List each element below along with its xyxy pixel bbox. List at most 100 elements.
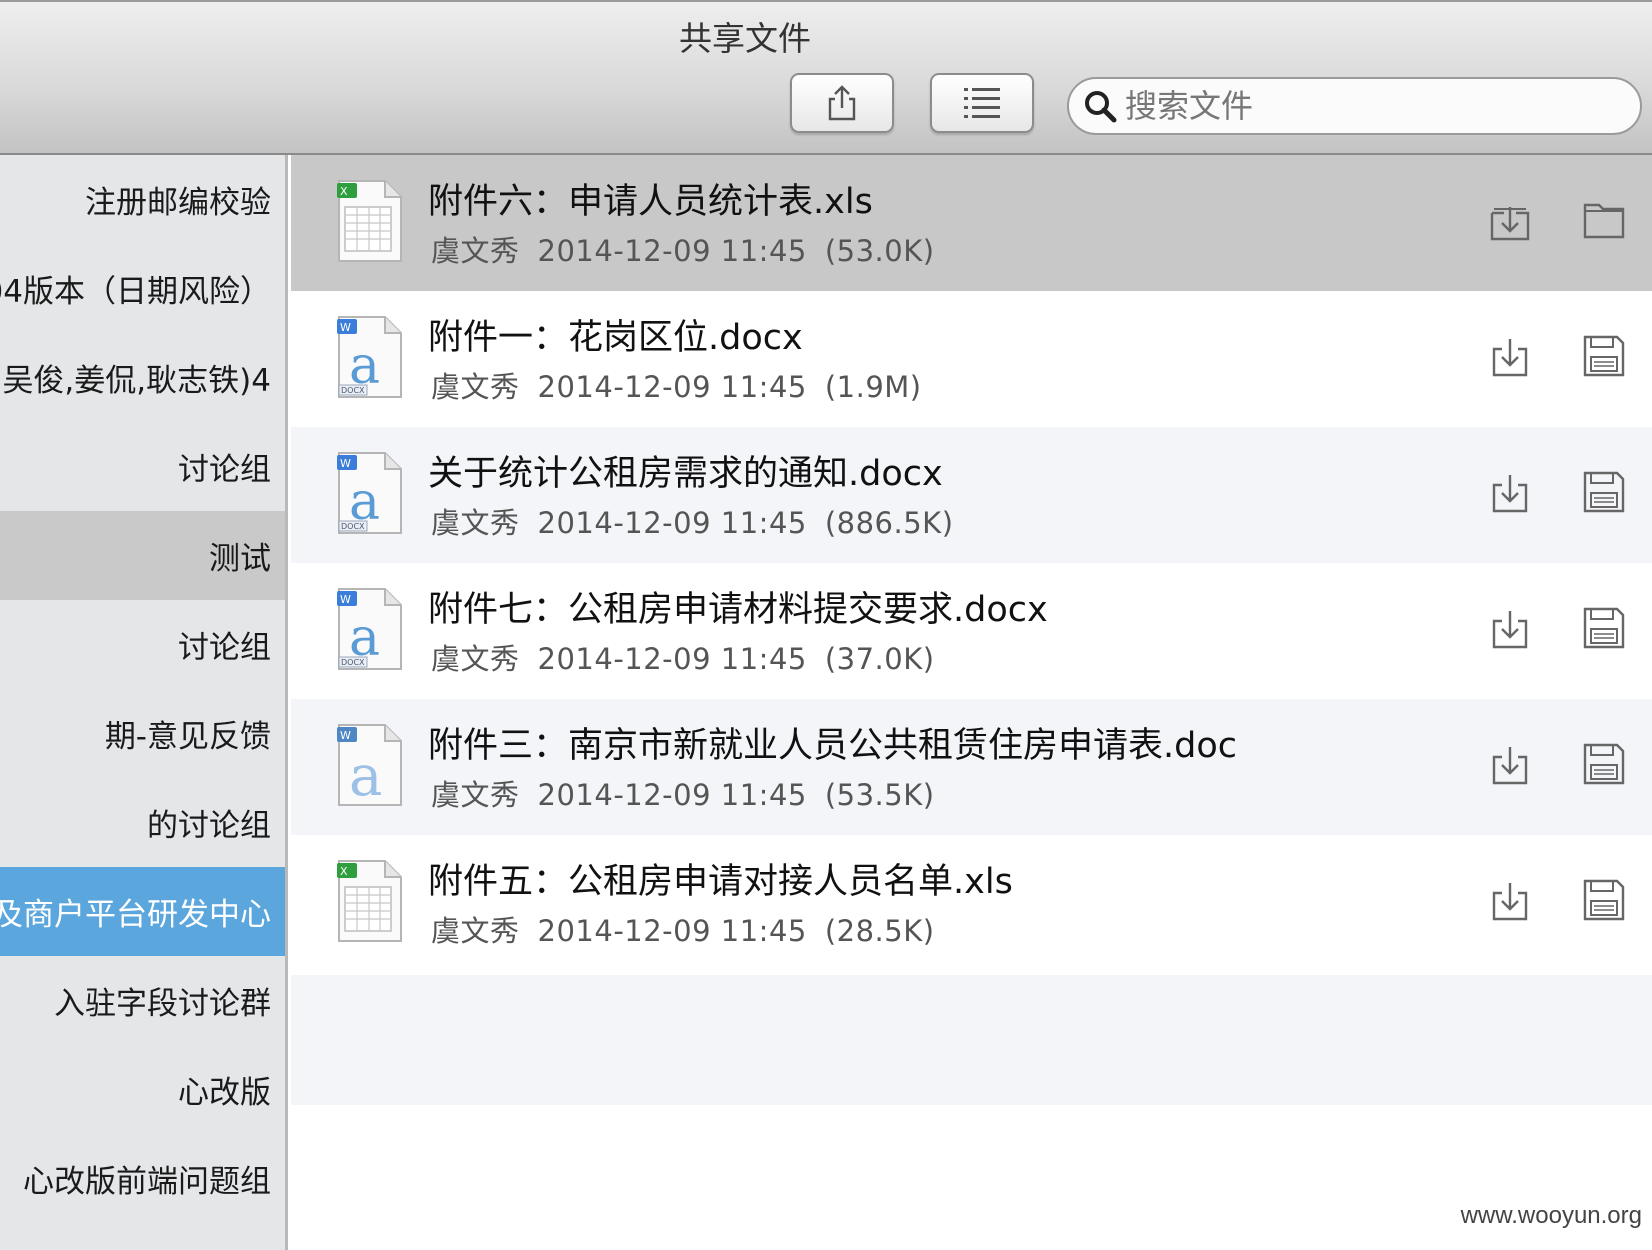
docx-file-icon: a W DOCX	[337, 452, 402, 534]
file-uploader: 虞文秀	[431, 370, 520, 404]
file-meta: 虞文秀 2014-12-09 11:45 (53.5K)	[431, 772, 935, 814]
download-icon[interactable]	[1488, 743, 1532, 787]
window-title: 共享文件	[679, 19, 811, 58]
conversation-sidebar: 注册邮编校验 04版本（日期风险） 4(吴俊,姜侃,耿志铁) 讨论组 测试 讨论…	[0, 155, 288, 1250]
file-size: (1.9M)	[824, 370, 922, 404]
file-size: (886.5K)	[824, 506, 954, 540]
svg-text:W: W	[340, 729, 351, 742]
sidebar-item[interactable]: 心改版前端问题组	[0, 1134, 285, 1223]
sidebar-item-label: 的讨论组	[147, 808, 271, 844]
file-uploader: 虞文秀	[431, 914, 520, 948]
file-uploader: 虞文秀	[431, 234, 520, 268]
svg-text:a: a	[349, 744, 382, 807]
search-input[interactable]	[1123, 86, 1627, 126]
file-row[interactable]: a W DOCX 关于统计公租房需求的通知.docx 虞文秀 2014-12-09…	[291, 427, 1652, 563]
file-name: 附件七：公租房申请材料提交要求.docx	[428, 590, 1048, 630]
download-icon[interactable]	[1488, 199, 1532, 243]
sidebar-item-label: 及商户平台研发中心	[0, 897, 271, 933]
svg-text:X: X	[340, 185, 348, 198]
file-row[interactable]: a W DOCX 附件一：花岗区位.docx 虞文秀 2014-12-09 11:…	[291, 291, 1652, 427]
svg-text:DOCX: DOCX	[341, 522, 365, 531]
file-row[interactable]: a W DOCX 附件七：公租房申请材料提交要求.docx 虞文秀 2014-12…	[291, 563, 1652, 699]
watermark: www.wooyun.org	[1460, 1202, 1642, 1229]
file-meta: 虞文秀 2014-12-09 11:45 (28.5K)	[431, 908, 935, 950]
file-meta: 虞文秀 2014-12-09 11:45 (37.0K)	[431, 636, 935, 678]
sidebar-item[interactable]: 心改版	[0, 1045, 285, 1134]
sidebar-item-label: 测试	[209, 541, 271, 577]
sidebar-item-label: 期-意见反馈	[104, 719, 271, 755]
svg-text:X: X	[340, 865, 348, 878]
file-name: 附件五：公租房申请对接人员名单.xls	[428, 862, 1013, 902]
file-datetime: 2014-12-09 11:45	[537, 914, 807, 948]
sidebar-item-label: 入驻字段讨论群	[54, 986, 271, 1022]
file-meta: 虞文秀 2014-12-09 11:45 (886.5K)	[431, 500, 954, 542]
sidebar-item-label: 4(吴俊,姜侃,耿志铁)	[0, 363, 271, 399]
sidebar-item-highlighted[interactable]: 测试	[0, 511, 285, 600]
svg-text:W: W	[340, 457, 351, 470]
download-icon[interactable]	[1488, 607, 1532, 651]
share-upload-button[interactable]	[790, 73, 894, 133]
sidebar-item[interactable]: 入驻字段讨论群	[0, 956, 285, 1045]
sidebar-item[interactable]: 4(吴俊,姜侃,耿志铁)	[0, 333, 285, 422]
sidebar-item[interactable]: 的讨论组	[0, 778, 285, 867]
upload-icon	[828, 85, 856, 121]
file-datetime: 2014-12-09 11:45	[537, 506, 807, 540]
file-row[interactable]: X 附件六：申请人员统计表.xls 虞文秀 2014-12-09 11:45 (53…	[291, 155, 1652, 291]
list-view-button[interactable]	[930, 73, 1034, 133]
file-name: 附件三：南京市新就业人员公共租赁住房申请表.doc	[428, 726, 1238, 766]
search-box[interactable]	[1067, 77, 1642, 135]
file-size: (28.5K)	[824, 914, 935, 948]
file-row[interactable]: X 附件五：公租房申请对接人员名单.xls 虞文秀 2014-12-09 11:4…	[291, 835, 1652, 971]
sidebar-item[interactable]: 注册邮编校验	[0, 155, 285, 244]
sidebar-item[interactable]: 04版本（日期风险）	[0, 244, 285, 333]
download-icon[interactable]	[1488, 471, 1532, 515]
file-datetime: 2014-12-09 11:45	[537, 642, 807, 676]
sidebar-item-selected[interactable]: 及商户平台研发中心	[0, 867, 285, 956]
file-size: (53.0K)	[824, 234, 935, 268]
sidebar-item-label: 04版本（日期风险）	[0, 274, 271, 310]
sidebar-item-label: 讨论组	[178, 452, 271, 488]
sidebar-item[interactable]: 期-意见反馈	[0, 689, 285, 778]
save-icon[interactable]	[1581, 877, 1627, 923]
file-name: 关于统计公租房需求的通知.docx	[428, 454, 943, 494]
xls-file-icon: X	[337, 860, 402, 942]
file-uploader: 虞文秀	[431, 642, 520, 676]
download-icon[interactable]	[1488, 879, 1532, 923]
save-icon[interactable]	[1581, 469, 1627, 515]
file-name: 附件六：申请人员统计表.xls	[428, 182, 873, 222]
file-size: (37.0K)	[824, 642, 935, 676]
file-meta: 虞文秀 2014-12-09 11:45 (53.0K)	[431, 228, 935, 270]
svg-text:DOCX: DOCX	[341, 386, 365, 395]
file-uploader: 虞文秀	[431, 506, 520, 540]
file-row[interactable]: a W 附件三：南京市新就业人员公共租赁住房申请表.doc 虞文秀 2014-12…	[291, 699, 1652, 835]
sidebar-item-label: 注册邮编校验	[85, 185, 271, 221]
file-uploader: 虞文秀	[431, 778, 520, 812]
save-icon[interactable]	[1581, 333, 1627, 379]
empty-row-stripe	[291, 975, 1652, 1105]
list-icon	[964, 88, 1000, 118]
save-icon[interactable]	[1581, 741, 1627, 787]
file-datetime: 2014-12-09 11:45	[537, 234, 807, 268]
file-datetime: 2014-12-09 11:45	[537, 370, 807, 404]
save-icon[interactable]	[1581, 605, 1627, 651]
doc-file-icon: a W	[337, 724, 402, 807]
folder-icon[interactable]	[1581, 197, 1627, 243]
sidebar-item-label: 心改版前端问题组	[23, 1164, 271, 1200]
shared-file-list: X 附件六：申请人员统计表.xls 虞文秀 2014-12-09 11:45 (53…	[291, 155, 1652, 1250]
docx-file-icon: a W DOCX	[337, 588, 402, 670]
file-name: 附件一：花岗区位.docx	[428, 318, 803, 358]
file-meta: 虞文秀 2014-12-09 11:45 (1.9M)	[431, 364, 922, 406]
download-icon[interactable]	[1488, 335, 1532, 379]
svg-text:DOCX: DOCX	[341, 658, 365, 667]
sidebar-item[interactable]: 讨论组	[0, 422, 285, 511]
svg-text:W: W	[340, 593, 351, 606]
svg-text:W: W	[340, 321, 351, 334]
sidebar-item[interactable]: 讨论组	[0, 600, 285, 689]
window-toolbar: 共享文件	[0, 0, 1652, 155]
sidebar-item-label: 心改版	[178, 1075, 271, 1111]
file-datetime: 2014-12-09 11:45	[537, 778, 807, 812]
file-size: (53.5K)	[824, 778, 935, 812]
xls-file-icon: X	[337, 180, 402, 262]
docx-file-icon: a W DOCX	[337, 316, 402, 398]
sidebar-item-label: 讨论组	[178, 630, 271, 666]
